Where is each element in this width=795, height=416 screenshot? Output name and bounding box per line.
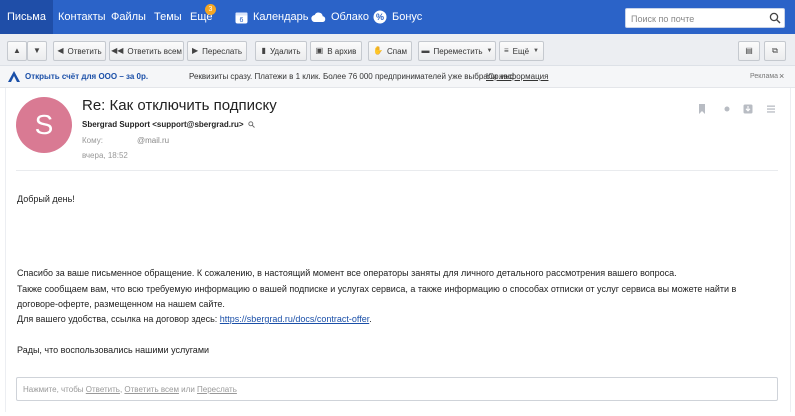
more-label: Ещё (512, 46, 530, 56)
print-button[interactable]: ▤ (738, 41, 760, 61)
ad-label: Реклама (750, 73, 779, 80)
flag-icon[interactable] (697, 104, 707, 114)
reply-all-icon: ◀◀ (111, 46, 124, 55)
message-paragraph: Также сообщаем вам, что всю требуемую ин… (17, 284, 737, 294)
recipient-label: Кому: (82, 136, 103, 145)
ad-link[interactable]: Открыть счёт для ООО – за 0р. (25, 72, 148, 81)
nav-cloud-label: Облако (331, 11, 369, 23)
thumbs-down-icon: ✋ (372, 46, 383, 55)
nav-bonus-label: Бонус (392, 11, 423, 23)
ad-text: Реквизиты сразу. Платежи в 1 клик. Более… (189, 72, 515, 81)
reply-label: Ответить (67, 46, 102, 56)
previous-message-button[interactable]: ▲ (7, 41, 27, 61)
search-input[interactable] (631, 12, 761, 25)
forward-label: Переслать (202, 46, 243, 56)
printer-icon: ▤ (745, 46, 753, 55)
forward-button[interactable]: ▶ Переслать (187, 41, 247, 61)
message-subject: Re: Как отключить подписку (82, 97, 277, 114)
more-actions-button[interactable]: ≡ Ещё ▼ (499, 41, 544, 61)
arrow-down-icon: ▼ (33, 46, 41, 55)
link-intro: Для вашего удобства, ссылка на договор з… (17, 314, 220, 324)
quick-reply-box[interactable]: Нажмите, чтобы Ответить, Ответить всем и… (16, 377, 778, 401)
reply-prompt: Нажмите, чтобы (23, 385, 86, 394)
search-icon[interactable] (247, 121, 255, 128)
forward-icon: ▶ (191, 46, 199, 55)
open-new-window-button[interactable]: ⧉ (764, 41, 786, 61)
calendar-icon: 6 (235, 12, 248, 24)
sender-address[interactable]: Sbergrad Support <support@sbergrad.ru> (82, 120, 244, 129)
move-button[interactable]: ▬ Переместить ▼ (418, 41, 496, 61)
reply-all-button[interactable]: ◀◀ Ответить всем (109, 41, 184, 61)
folder-icon: ▬ (421, 46, 430, 55)
quick-reply-all-link[interactable]: Ответить всем (124, 385, 179, 394)
message-greeting: Добрый день! (17, 194, 75, 204)
spam-label: Спам (386, 46, 408, 56)
archive-button[interactable]: ▣ В архив (310, 41, 362, 61)
expand-icon: ⧉ (772, 46, 778, 55)
ad-legal-info-link[interactable]: Юр.информация (486, 72, 548, 81)
reply-all-label: Ответить всем (127, 46, 182, 56)
message-date: вчера, 18:52 (82, 151, 128, 160)
recipient-address[interactable]: @mail.ru (137, 136, 169, 145)
message-closing: Рады, что воспользовались нашими услугам… (17, 345, 210, 355)
header-divider (16, 170, 778, 171)
top-navigation-bar: Письма Контакты Файлы Темы Ещё 3 6 Кален… (0, 0, 795, 34)
nav-mail[interactable]: Письма (0, 0, 53, 34)
link-suffix: . (369, 314, 372, 324)
download-icon[interactable] (743, 104, 753, 114)
delete-button[interactable]: ▮ Удалить (255, 41, 307, 61)
notification-badge: 3 (205, 4, 216, 15)
nav-topics[interactable]: Темы (154, 0, 182, 34)
cloud-icon (311, 12, 326, 23)
nav-calendar[interactable]: 6 Календарь (235, 0, 309, 34)
unread-dot-icon[interactable] (722, 104, 732, 114)
contract-link[interactable]: https://sbergrad.ru/docs/contract-offer (220, 314, 369, 324)
nav-bonus[interactable]: % Бонус (373, 0, 422, 34)
trash-icon: ▮ (261, 46, 266, 55)
chevron-down-icon: ▼ (533, 48, 539, 54)
close-icon[interactable]: × (779, 71, 784, 81)
search-box (625, 8, 785, 28)
ad-banner: Открыть счёт для ООО – за 0р. Реквизиты … (0, 66, 795, 88)
svg-text:6: 6 (240, 17, 244, 24)
message-paragraph: Для вашего удобства, ссылка на договор з… (17, 314, 372, 324)
chevron-down-icon: ▼ (486, 48, 493, 54)
message-paragraph: Спасибо за ваше письменное обращение. К … (17, 268, 677, 278)
nav-calendar-label: Календарь (253, 11, 309, 23)
nav-contacts[interactable]: Контакты (58, 0, 106, 34)
bonus-icon: % (373, 10, 387, 24)
arrow-up-icon: ▲ (13, 46, 21, 55)
reply-icon: ◀ (57, 46, 64, 55)
nav-files[interactable]: Файлы (111, 0, 146, 34)
reply-button[interactable]: ◀ Ответить (53, 41, 106, 61)
nav-cloud[interactable]: Облако (311, 0, 369, 34)
avatar: S (16, 97, 72, 153)
spam-button[interactable]: ✋ Спам (368, 41, 412, 61)
move-label: Переместить (433, 46, 483, 56)
quick-reply-link[interactable]: Ответить (86, 385, 120, 394)
message-card (5, 88, 791, 412)
recipient-row: Кому: @mail.ru (82, 136, 169, 145)
next-message-button[interactable]: ▼ (27, 41, 47, 61)
menu-icon: ≡ (504, 46, 509, 55)
archive-icon: ▣ (315, 46, 324, 55)
reply-separator: или (178, 385, 198, 394)
svg-text:%: % (376, 12, 384, 22)
message-paragraph: договоре-оферте, размещенном на нашем са… (17, 299, 225, 309)
archive-label: В архив (327, 46, 357, 56)
quick-forward-link[interactable]: Переслать (197, 385, 237, 394)
message-toolbar: ▲ ▼ ◀ Ответить ◀◀ Ответить всем ▶ Переслать… (0, 34, 795, 66)
delete-label: Удалить (269, 46, 301, 56)
sender[interactable]: Sbergrad Support <support@sbergrad.ru> (82, 120, 255, 129)
search-icon[interactable] (769, 12, 781, 24)
more-menu-icon[interactable] (766, 104, 776, 114)
ad-logo-icon (8, 71, 20, 82)
